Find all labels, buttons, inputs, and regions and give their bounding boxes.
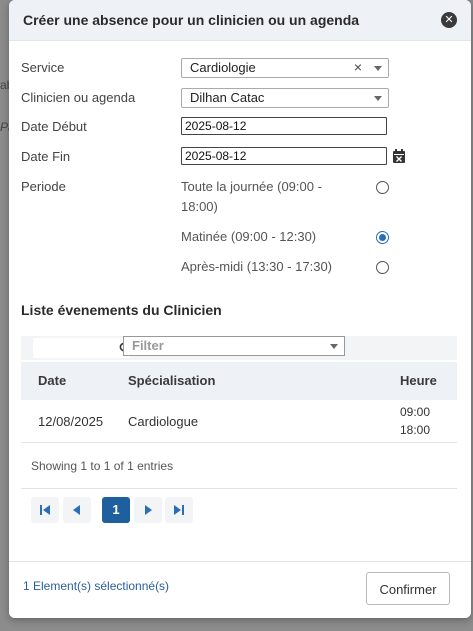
date-fin-row: Date Fin [21,147,461,167]
service-select[interactable]: Cardiologie × [181,58,389,78]
table-info: Showing 1 to 1 of 1 entries [31,459,174,473]
cell-specialisation: Cardiologue [128,414,199,429]
absence-modal: Créer une absence pour un clinicien ou u… [9,0,471,618]
periode-option-label: Toute la journée (09:00 - 18:00) [181,179,322,214]
chevron-right-icon [145,505,152,515]
table-header: Date Spécialisation Heure [21,362,457,400]
date-debut-label: Date Début [21,119,87,134]
filter-placeholder: Filter [132,338,164,353]
service-label: Service [21,60,65,75]
periode-radio-apres-midi[interactable] [376,261,389,274]
prev-page-button[interactable] [63,497,91,523]
first-page-button[interactable] [31,497,59,523]
column-header-specialisation[interactable]: Spécialisation [128,373,215,388]
column-header-heure[interactable]: Heure [400,373,437,388]
column-header-date[interactable]: Date [38,373,66,388]
confirm-button[interactable]: Confirmer [366,572,450,605]
periode-option-label: Matinée (09:00 - 12:30) [181,229,317,244]
periode-radio-matinee[interactable] [376,231,389,244]
modal-footer: 1 Element(s) sélectionné(s) Confirmer [9,561,471,618]
clear-icon[interactable]: × [354,59,362,75]
cell-date: 12/08/2025 [38,414,104,429]
table-row[interactable]: 12/08/2025 Cardiologue 09:00 18:00 [21,400,457,443]
clinicien-row: Clinicien ou agenda Dilhan Catac [21,88,461,108]
last-page-icon [174,505,184,515]
clinicien-value: Dilhan Catac [190,90,265,105]
date-fin-input[interactable] [181,147,387,165]
periode-row: Periode Toute la journée (09:00 - 18:00)… [21,176,461,286]
events-section-title: Liste évenements du Clinicien [21,302,222,318]
date-debut-row: Date Début [21,117,461,137]
date-debut-input[interactable] [181,117,387,135]
chevron-down-icon [374,66,382,71]
filter-select[interactable]: Filter [123,336,345,356]
cell-heure-start: 09:00 [400,405,431,419]
periode-radio-journee[interactable] [376,181,389,194]
clinicien-label: Clinicien ou agenda [21,90,136,105]
divider [21,488,457,489]
modal-header: Créer une absence pour un clinicien ou u… [9,0,471,41]
chevron-down-icon [374,96,382,101]
chevron-down-icon [330,344,338,349]
service-value: Cardiologie [190,60,256,75]
cell-heure-end: 18:00 [400,423,431,437]
date-fin-label: Date Fin [21,149,71,164]
last-page-button[interactable] [165,497,193,523]
chevron-left-icon [73,505,80,515]
close-icon[interactable]: ✕ [441,12,457,28]
next-page-button[interactable] [134,497,162,523]
page-button-1[interactable]: 1 [102,497,130,523]
selected-count-link[interactable]: 1 Element(s) sélectionné(s) [23,579,169,593]
search-input[interactable] [33,338,131,358]
clinicien-select[interactable]: Dilhan Catac [181,88,389,108]
periode-label: Periode [21,179,66,194]
calendar-icon[interactable] [393,149,405,166]
first-page-icon [40,505,50,515]
periode-option-label: Après-midi (13:30 - 17:30) [181,259,333,274]
service-row: Service Cardiologie × [21,58,461,78]
modal-title: Créer une absence pour un clinicien ou u… [23,12,360,28]
filter-bar: Filter [21,336,457,360]
